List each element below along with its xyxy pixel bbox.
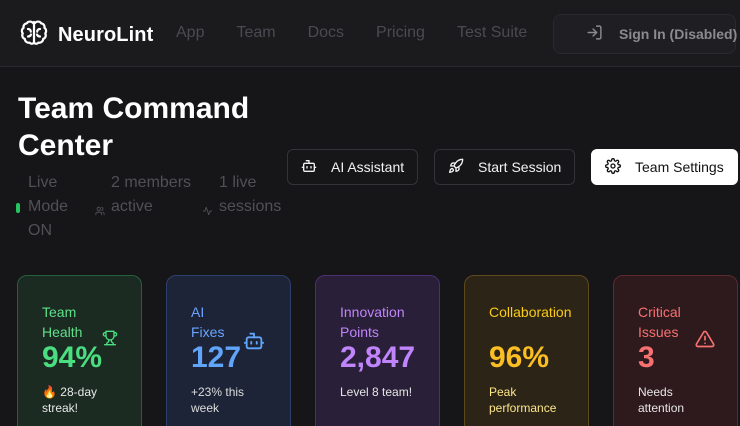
metric-value: 94% — [42, 341, 103, 374]
metric-card-innovation-points: Innovation Points 2,847 Level 8 team! — [315, 275, 440, 426]
main-nav: App Team Docs Pricing Test Suite — [176, 24, 559, 42]
metric-subtext: Needs attention — [638, 385, 685, 415]
users-icon — [95, 203, 105, 221]
metric-label: Collaboration — [489, 304, 572, 320]
activity-icon — [202, 203, 213, 221]
sign-in-button[interactable]: Sign In (Disabled) — [553, 14, 738, 54]
metric-card-critical-issues: Critical Issues 3 Needs attention — [613, 275, 738, 426]
live-mode-status: Live Mode ON — [16, 171, 76, 243]
members-status: 2 members active — [95, 171, 195, 219]
nav-link-docs[interactable]: Docs — [308, 24, 344, 42]
log-in-icon — [586, 24, 603, 44]
flame-icon: 🔥 — [42, 385, 57, 399]
team-settings-label: Team Settings — [635, 159, 724, 175]
metric-value: 96% — [489, 341, 550, 374]
metric-label: Critical Issues — [638, 304, 681, 340]
metric-value: 2,847 — [340, 341, 416, 374]
team-settings-button[interactable]: Team Settings — [591, 149, 738, 185]
nav-link-test-suite[interactable]: Test Suite — [457, 24, 527, 42]
metric-card-collaboration: Collaboration 96% Peak performance — [464, 275, 589, 426]
live-mode-text: Live Mode ON — [28, 174, 69, 239]
sign-in-label: Sign In (Disabled) — [619, 26, 738, 42]
metric-label: Team Health — [42, 304, 83, 340]
nav-link-pricing[interactable]: Pricing — [376, 24, 425, 42]
start-session-label: Start Session — [478, 159, 562, 175]
metric-value: 3 — [638, 341, 655, 374]
page-title: Team Command Center — [18, 92, 250, 162]
trophy-icon — [102, 330, 118, 351]
nav-link-team[interactable]: Team — [236, 24, 275, 42]
brand[interactable]: NeuroLint — [18, 17, 153, 54]
alert-triangle-icon — [695, 329, 715, 354]
nav-link-app[interactable]: App — [176, 24, 204, 42]
metric-card-team-health: Team Health 94% 🔥 28-day streak! — [17, 275, 142, 426]
rocket-icon — [448, 158, 464, 177]
metric-subtext: Peak performance — [489, 385, 557, 415]
metric-subtext: +23% this week — [191, 385, 245, 415]
brain-icon — [18, 17, 50, 54]
live-indicator-dot — [16, 203, 20, 213]
ai-assistant-button[interactable]: AI Assistant — [287, 149, 418, 185]
metric-value: 127 — [191, 341, 242, 374]
ai-assistant-label: AI Assistant — [331, 159, 405, 175]
start-session-button[interactable]: Start Session — [434, 149, 575, 185]
brand-name: NeuroLint — [58, 24, 154, 46]
metric-label: Innovation Points — [340, 304, 405, 340]
metric-card-ai-fixes: AI Fixes 127 +23% this week — [166, 275, 291, 426]
metric-subtext: 🔥 28-day streak! — [42, 384, 122, 416]
metric-subtext: Level 8 team! — [340, 385, 413, 399]
bot-icon — [243, 330, 265, 357]
gear-icon — [605, 157, 621, 177]
members-active-text: 2 members active — [111, 174, 192, 215]
bot-icon — [301, 158, 317, 177]
metric-label: AI Fixes — [191, 304, 225, 340]
top-nav: NeuroLint App Team Docs Pricing Test Sui… — [0, 0, 740, 67]
